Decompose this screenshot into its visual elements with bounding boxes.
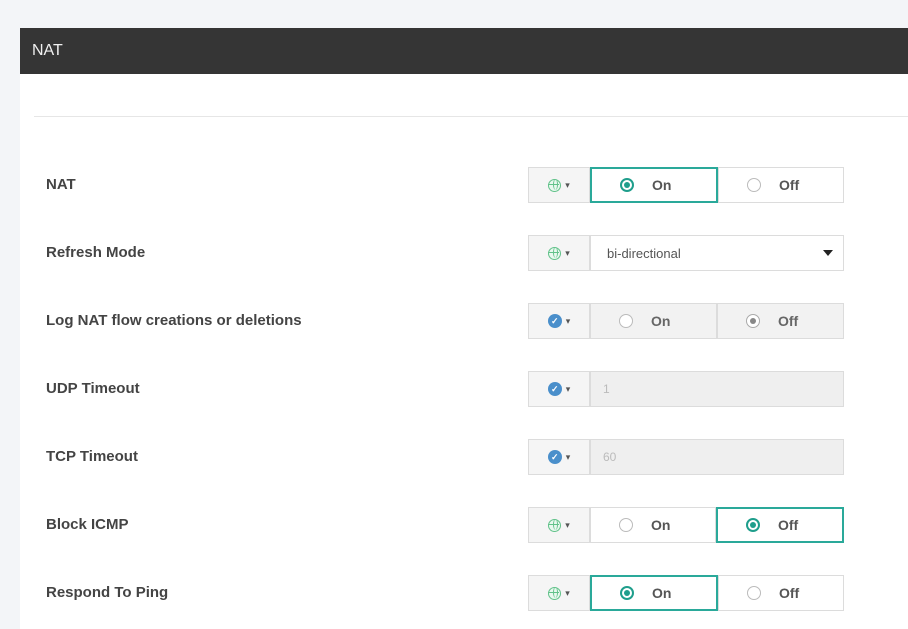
scope-dropdown[interactable]: ▾ xyxy=(528,507,590,543)
panel-title: NAT xyxy=(20,28,908,74)
option-label: Off xyxy=(779,585,800,601)
tcp-timeout-label: TCP Timeout xyxy=(46,448,138,465)
option-label: Off xyxy=(778,517,799,533)
scope-dropdown[interactable]: ▾ xyxy=(528,235,590,271)
globe-icon xyxy=(548,518,562,532)
block-icmp-toggle: On Off xyxy=(590,507,844,543)
tcp-timeout-control: ✓ ▾ 60 xyxy=(528,439,844,475)
check-icon: ✓ xyxy=(547,382,562,396)
caret-down-icon: ▾ xyxy=(565,451,571,462)
select-value: bi-directional xyxy=(607,245,681,261)
nat-off-option[interactable]: Off xyxy=(718,167,844,203)
caret-down-icon: ▾ xyxy=(565,247,570,258)
radio-icon xyxy=(747,178,761,192)
globe-icon xyxy=(548,246,562,260)
row-udp-timeout: UDP Timeout ✓ ▾ 1 xyxy=(20,369,908,409)
caret-down-icon: ▾ xyxy=(565,519,570,530)
nat-toggle: On Off xyxy=(590,167,844,203)
row-refresh-mode: Refresh Mode ▾ bi-directional xyxy=(20,233,908,273)
block-icmp-control: ▾ On Off xyxy=(528,507,844,543)
option-label: On xyxy=(652,177,672,193)
tcp-timeout-input[interactable]: 60 xyxy=(590,439,844,475)
nat-control: ▾ On Off xyxy=(528,167,844,203)
radio-selected-icon xyxy=(620,178,634,192)
respond-to-ping-on-option[interactable]: On xyxy=(590,575,718,611)
nat-label: NAT xyxy=(46,176,76,193)
row-block-icmp: Block ICMP ▾ On Off xyxy=(20,505,908,545)
udp-timeout-control: ✓ ▾ 1 xyxy=(528,371,844,407)
check-icon: ✓ xyxy=(547,314,562,328)
row-tcp-timeout: TCP Timeout ✓ ▾ 60 xyxy=(20,437,908,477)
scope-dropdown[interactable]: ✓ ▾ xyxy=(528,439,590,475)
row-respond-to-ping: Respond To Ping ▾ On Off xyxy=(20,573,908,613)
option-label: On xyxy=(651,517,671,533)
radio-selected-icon xyxy=(746,518,760,532)
radio-icon xyxy=(619,518,633,532)
caret-down-icon: ▾ xyxy=(565,315,571,326)
globe-icon xyxy=(548,586,562,600)
row-nat: NAT ▾ On Off xyxy=(20,165,908,205)
radio-selected-icon xyxy=(620,586,634,600)
radio-icon xyxy=(619,314,633,328)
row-log-nat-flow: Log NAT flow creations or deletions ✓ ▾ … xyxy=(20,301,908,341)
radio-icon xyxy=(747,586,761,600)
scope-dropdown[interactable]: ✓ ▾ xyxy=(528,303,590,339)
radio-selected-icon xyxy=(746,314,760,328)
caret-down-icon: ▾ xyxy=(565,383,571,394)
respond-to-ping-toggle: On Off xyxy=(590,575,844,611)
divider xyxy=(34,116,908,117)
option-label: Off xyxy=(778,313,799,329)
scope-dropdown[interactable]: ▾ xyxy=(528,575,590,611)
globe-icon xyxy=(548,178,562,192)
option-label: On xyxy=(651,313,671,329)
respond-to-ping-off-option[interactable]: Off xyxy=(718,575,844,611)
respond-to-ping-control: ▾ On Off xyxy=(528,575,844,611)
block-icmp-on-option[interactable]: On xyxy=(590,507,716,543)
refresh-mode-label: Refresh Mode xyxy=(46,244,146,261)
refresh-mode-control: ▾ bi-directional xyxy=(528,235,844,271)
block-icmp-label: Block ICMP xyxy=(46,516,129,533)
option-label: Off xyxy=(779,177,800,193)
log-nat-flow-on-option[interactable]: On xyxy=(590,303,717,339)
caret-down-icon: ▾ xyxy=(565,587,570,598)
caret-down-icon: ▾ xyxy=(565,179,570,190)
dropdown-arrow-icon xyxy=(823,250,833,256)
log-nat-flow-label: Log NAT flow creations or deletions xyxy=(46,312,302,329)
block-icmp-off-option[interactable]: Off xyxy=(716,507,844,543)
scope-dropdown[interactable]: ✓ ▾ xyxy=(528,371,590,407)
nat-on-option[interactable]: On xyxy=(590,167,718,203)
nat-panel: NAT NAT ▾ On Off Refresh Mode ▾ bi-direc… xyxy=(20,28,908,629)
option-label: On xyxy=(652,585,672,601)
check-icon: ✓ xyxy=(547,450,562,464)
log-nat-flow-toggle: On Off xyxy=(590,303,844,339)
respond-to-ping-label: Respond To Ping xyxy=(46,584,169,601)
udp-timeout-label: UDP Timeout xyxy=(46,380,140,397)
udp-timeout-input[interactable]: 1 xyxy=(590,371,844,407)
log-nat-flow-control: ✓ ▾ On Off xyxy=(528,303,844,339)
refresh-mode-select[interactable]: bi-directional xyxy=(590,235,844,271)
scope-dropdown[interactable]: ▾ xyxy=(528,167,590,203)
log-nat-flow-off-option[interactable]: Off xyxy=(717,303,844,339)
